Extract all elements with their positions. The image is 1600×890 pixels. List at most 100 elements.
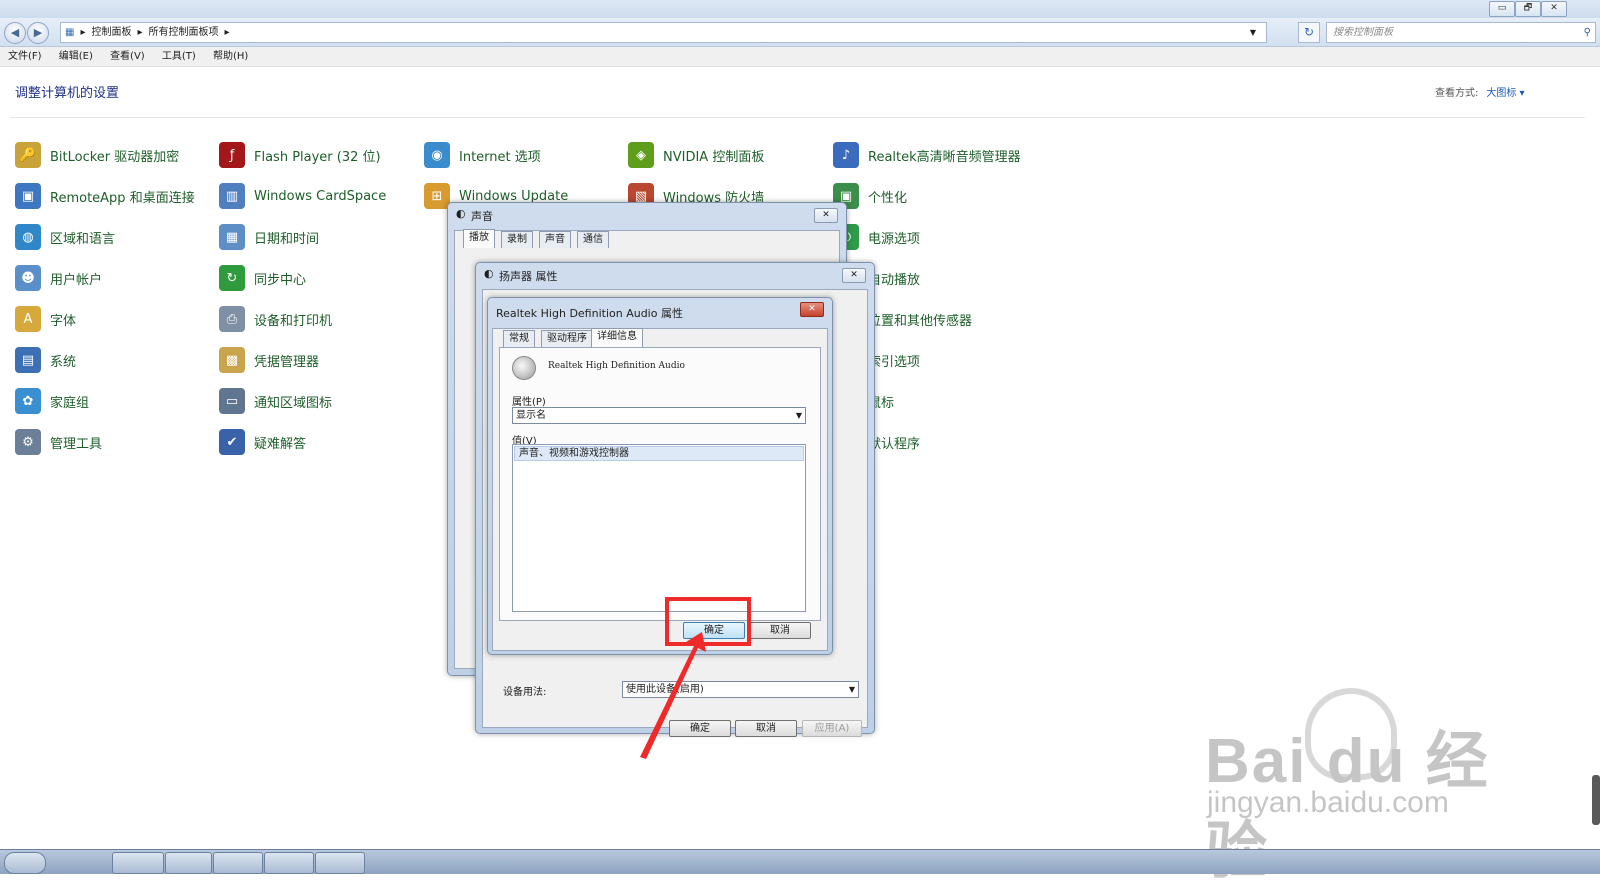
remote-desktop-icon: ▣ — [15, 183, 41, 209]
start-button[interactable] — [4, 852, 46, 874]
address-dropdown-icon[interactable]: ▼ — [1250, 23, 1256, 42]
cardspace-icon: ▥ — [219, 183, 245, 209]
property-label: 属性(P) — [512, 397, 546, 408]
cp-item-label: 电源选项 — [868, 231, 921, 247]
cp-item[interactable]: ◈ NVIDIA 控制面板 — [628, 135, 833, 175]
refresh-icon[interactable]: ↻ — [1298, 22, 1320, 43]
menu-help[interactable]: 帮助(H) — [213, 47, 248, 66]
cp-item[interactable]: ⏻电源选项 — [833, 217, 1038, 257]
taskbar-item-media[interactable] — [213, 852, 263, 874]
cp-item-label: 区域和语言 — [50, 231, 116, 247]
search-input[interactable]: 搜索控制面板 ⚲ — [1326, 22, 1596, 43]
cp-item[interactable]: ▣ RemoteApp 和桌面连接 — [15, 176, 220, 216]
cp-item[interactable]: A 字体 — [15, 299, 220, 339]
cp-item[interactable]: ✔ 疑难解答 — [219, 422, 424, 462]
cp-item[interactable]: ▭ 通知区域图标 — [219, 381, 424, 421]
cp-item[interactable]: ◍ 区域和语言 — [15, 217, 220, 257]
breadcrumb-item-control-panel[interactable]: 控制面板 — [91, 27, 131, 38]
chevron-down-icon: ▼ — [848, 685, 855, 694]
cp-item-label: 疑难解答 — [254, 436, 307, 452]
key-lock-icon: 🔑 — [15, 142, 41, 168]
speaker-icon — [512, 356, 536, 380]
forward-icon[interactable]: ▶ — [27, 22, 49, 44]
taskbar-item-ie[interactable] — [112, 852, 164, 874]
cp-item-label: 日期和时间 — [254, 231, 320, 247]
realtek-dialog-title: Realtek High Definition Audio 属性 — [496, 307, 683, 320]
chevron-down-icon: ▼ — [795, 411, 802, 420]
value-list-item[interactable]: 声音、视频和游戏控制器 — [514, 446, 804, 461]
cp-item-label: 自动播放 — [868, 272, 921, 288]
property-select[interactable]: 显示名 ▼ — [512, 407, 806, 424]
cp-item-label: 同步中心 — [254, 272, 307, 288]
cp-item-label: 通知区域图标 — [254, 395, 333, 411]
sound-dialog-title: 声音 — [471, 210, 493, 223]
page-title: 调整计算机的设置 — [15, 86, 120, 101]
tab-driver[interactable]: 驱动程序 — [541, 330, 593, 347]
back-icon[interactable]: ◀ — [4, 22, 26, 44]
printer-icon: ⎙ — [219, 306, 245, 332]
menu-tools[interactable]: 工具(T) — [162, 47, 196, 66]
restore-button[interactable]: 🗗 — [1515, 1, 1541, 17]
nvidia-icon: ◈ — [628, 142, 654, 168]
close-icon[interactable]: ✕ — [814, 208, 838, 223]
details-panel: Realtek High Definition Audio 属性(P) 显示名 … — [499, 347, 821, 621]
cp-item[interactable]: ☻ 用户帐户 — [15, 258, 220, 298]
cp-item-label: Realtek高清晰音频管理器 — [868, 149, 1021, 165]
menu-edit[interactable]: 编辑(E) — [59, 47, 93, 66]
cp-item[interactable]: ✿ 家庭组 — [15, 381, 220, 421]
flash-icon: ƒ — [219, 142, 245, 168]
value-listbox[interactable]: 声音、视频和游戏控制器 — [512, 444, 806, 612]
close-icon[interactable]: ✕ — [800, 302, 824, 317]
admin-tools-icon: ⚙ — [15, 429, 41, 455]
cp-item-label: 家庭组 — [50, 395, 90, 411]
tab-details[interactable]: 详细信息 — [591, 328, 643, 347]
breadcrumb-separator-icon: ▸ — [224, 27, 230, 38]
ok-button[interactable]: 确定 — [669, 720, 731, 737]
cp-item[interactable]: ▦ 日期和时间 — [219, 217, 424, 257]
realtek-dialog-body: 常规 驱动程序 详细信息 Realtek High Definition Aud… — [492, 328, 828, 651]
close-button[interactable]: ✕ — [1541, 1, 1567, 17]
close-icon[interactable]: ✕ — [842, 268, 866, 283]
cp-item[interactable]: ◉ Internet 选项 — [424, 135, 629, 175]
taskbar-item-explorer[interactable] — [165, 852, 212, 874]
cp-item[interactable]: ƒ Flash Player (32 位) — [219, 135, 424, 175]
scrollbar-thumb[interactable] — [1592, 775, 1600, 825]
speaker-title-icon: ◐ — [456, 207, 466, 220]
cp-item[interactable]: 🔑 BitLocker 驱动器加密 — [15, 135, 220, 175]
cp-item[interactable]: ▩ 凭据管理器 — [219, 340, 424, 380]
cp-item[interactable]: ▣ 个性化 — [833, 176, 1038, 216]
breadcrumb-item-all-items[interactable]: 所有控制面板项 — [149, 27, 219, 38]
cp-item-label: Internet 选项 — [459, 149, 541, 165]
breadcrumb[interactable]: ▦ ▸ 控制面板 ▸ 所有控制面板项 ▸ ▼ — [60, 22, 1267, 43]
cp-item-label: 个性化 — [868, 190, 908, 206]
breadcrumb-separator-icon: ▸ — [137, 27, 143, 38]
cp-item[interactable]: ⎙ 设备和打印机 — [219, 299, 424, 339]
tab-playback[interactable]: 播放 — [463, 229, 495, 248]
minimize-button[interactable]: ▭ — [1489, 1, 1515, 17]
menu-view[interactable]: 查看(V) — [110, 47, 145, 66]
tab-sounds[interactable]: 声音 — [539, 231, 571, 248]
tab-general[interactable]: 常规 — [503, 330, 535, 347]
tab-recording[interactable]: 录制 — [501, 231, 533, 248]
apply-button[interactable]: 应用(A) — [802, 720, 862, 737]
menu-bar: 文件(F) 编辑(E) 查看(V) 工具(T) 帮助(H) — [0, 47, 1600, 67]
tab-communications[interactable]: 通信 — [577, 231, 609, 248]
taskbar-item-sound[interactable] — [315, 852, 365, 874]
cp-item[interactable]: ↻ 同步中心 — [219, 258, 424, 298]
property-value: 显示名 — [516, 410, 546, 421]
taskbar-item-control-panel[interactable] — [264, 852, 314, 874]
cp-item[interactable]: ▥ Windows CardSpace — [219, 176, 424, 216]
cancel-button[interactable]: 取消 — [735, 720, 797, 737]
speaker-dialog-title: 扬声器 属性 — [499, 270, 558, 283]
cp-item[interactable]: ⚙ 管理工具 — [15, 422, 220, 462]
view-mode-dropdown[interactable]: 大图标 ▾ — [1486, 88, 1524, 99]
taskbar — [0, 849, 1600, 874]
menu-file[interactable]: 文件(F) — [8, 47, 42, 66]
search-icon[interactable]: ⚲ — [1584, 23, 1591, 42]
view-mode: 查看方式: 大图标 ▾ — [1435, 84, 1525, 99]
device-usage-select[interactable]: 使用此设备(启用) ▼ — [622, 681, 859, 698]
cp-item[interactable]: ♪ Realtek高清晰音频管理器 — [833, 135, 1038, 175]
cp-item[interactable]: ▤ 系统 — [15, 340, 220, 380]
cp-item-label: 索引选项 — [868, 354, 921, 370]
cancel-button[interactable]: 取消 — [749, 622, 811, 639]
